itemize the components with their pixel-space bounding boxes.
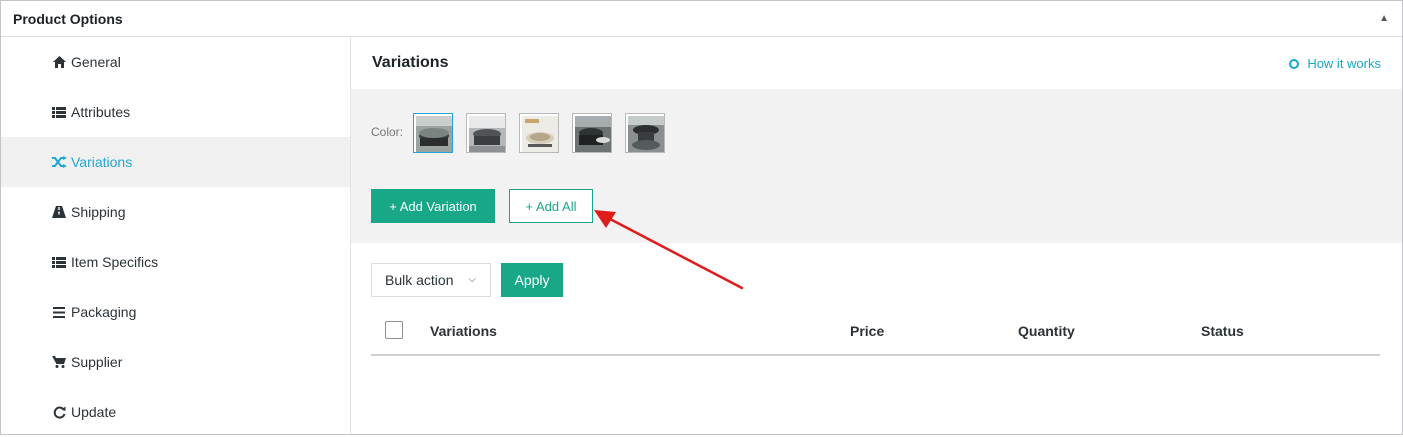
home-icon — [51, 54, 67, 70]
sidebar-item-packaging[interactable]: Packaging — [1, 287, 350, 337]
column-header-quantity: Quantity — [1018, 323, 1075, 339]
section-title: Variations — [372, 54, 449, 71]
sidebar-item-label: Shipping — [71, 204, 126, 220]
road-icon — [51, 204, 67, 220]
sidebar-item-label: General — [71, 54, 121, 70]
color-swatch[interactable] — [413, 113, 453, 153]
sidebar-item-label: Supplier — [71, 354, 123, 370]
color-swatches — [413, 113, 665, 153]
chevron-down-icon: ⌵ — [468, 274, 476, 285]
list-icon — [51, 104, 67, 120]
panel-title: Product Options — [13, 10, 123, 27]
product-options-panel: Product Options ▲ General Attributes Var… — [0, 0, 1403, 435]
column-header-status: Status — [1201, 323, 1244, 339]
color-swatch[interactable] — [466, 113, 506, 153]
bulk-action-select[interactable]: Bulk action ⌵ — [371, 263, 491, 297]
sidebar-item-label: Item Specifics — [71, 254, 159, 270]
sidebar-item-label: Attributes — [71, 104, 131, 120]
apply-button[interactable]: Apply — [501, 263, 563, 297]
bars-icon — [51, 304, 67, 320]
refresh-icon — [51, 404, 67, 420]
sidebar-item-update[interactable]: Update — [1, 387, 350, 437]
column-header-variations: Variations — [430, 323, 497, 339]
sidebar-item-item-specifics[interactable]: Item Specifics — [1, 237, 350, 287]
column-header-price: Price — [850, 323, 885, 339]
how-it-works-link[interactable]: How it works — [1289, 56, 1381, 71]
product-thumbnail-icon — [575, 116, 611, 152]
sidebar-item-supplier[interactable]: Supplier — [1, 337, 350, 387]
bulk-action-value: Bulk action — [385, 272, 454, 288]
panel-header: Product Options ▲ — [1, 1, 1402, 37]
collapse-up-icon[interactable]: ▲ — [1379, 13, 1389, 24]
sidebar-item-shipping[interactable]: Shipping — [1, 187, 350, 237]
options-sidebar: General Attributes Variations Shipping I… — [1, 37, 351, 434]
color-swatch[interactable] — [519, 113, 559, 153]
color-swatch[interactable] — [625, 113, 665, 153]
add-variation-button[interactable]: + Add Variation — [371, 189, 495, 223]
circle-icon — [1289, 58, 1300, 69]
sidebar-item-label: Packaging — [71, 304, 137, 320]
sidebar-item-label: Variations — [71, 154, 133, 170]
variation-attributes-area: Color: + Add Variation + Add All — [351, 89, 1402, 243]
product-thumbnail-icon — [522, 116, 558, 152]
variations-table-header: Variations Price Quantity Status — [371, 318, 1380, 356]
product-thumbnail-icon — [469, 116, 505, 152]
list-icon — [51, 254, 67, 270]
color-label: Color: — [371, 125, 404, 139]
sidebar-item-general[interactable]: General — [1, 37, 350, 87]
sidebar-item-variations[interactable]: Variations — [1, 137, 350, 187]
select-all-checkbox[interactable] — [385, 321, 403, 339]
how-it-works-label: How it works — [1307, 56, 1381, 71]
variations-section: Variations How it works Color: + Add Var… — [351, 37, 1402, 434]
sidebar-item-label: Update — [71, 404, 117, 420]
product-thumbnail-icon — [416, 116, 452, 152]
add-all-button[interactable]: + Add All — [509, 189, 593, 223]
shuffle-icon — [51, 154, 67, 170]
sidebar-item-attributes[interactable]: Attributes — [1, 87, 350, 137]
color-swatch[interactable] — [572, 113, 612, 153]
product-thumbnail-icon — [628, 116, 664, 152]
cart-icon — [51, 354, 67, 370]
